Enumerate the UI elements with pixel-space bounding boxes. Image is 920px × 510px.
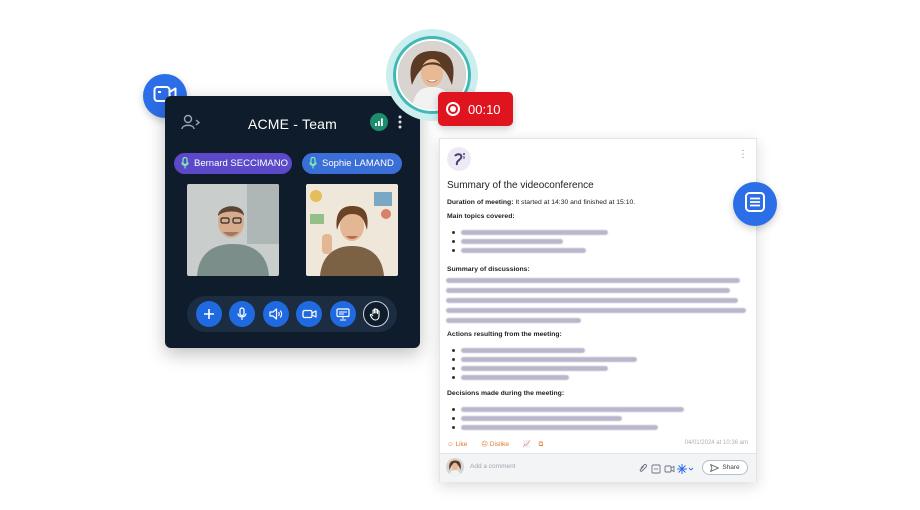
like-label: Like xyxy=(455,441,468,448)
discussions-heading: Summary of discussions: xyxy=(447,266,530,273)
redacted-text xyxy=(461,248,586,253)
decisions-heading: Decisions made during the meeting: xyxy=(447,390,565,397)
add-icon xyxy=(204,309,214,319)
recording-timer: 00:10 xyxy=(468,101,501,117)
redacted-text xyxy=(461,425,658,430)
bullet xyxy=(452,417,455,420)
redacted-text xyxy=(461,239,563,244)
screen-share-icon xyxy=(336,307,350,320)
bullet xyxy=(452,231,455,234)
comment-tools xyxy=(638,462,698,474)
reaction-bar: ☺ Like ☹ Dislike 📈 ⧉ xyxy=(447,440,549,449)
bullet xyxy=(452,408,455,411)
microphone-icon xyxy=(309,157,317,169)
microphone-icon xyxy=(237,307,247,320)
bullet xyxy=(452,367,455,370)
redacted-text xyxy=(446,318,581,323)
summary-card: ⋮ Summary of the videoconference Duratio… xyxy=(439,138,757,482)
share-label: Share xyxy=(722,464,740,471)
video-icon[interactable] xyxy=(664,465,675,473)
ai-sparkle-icon[interactable] xyxy=(677,464,694,474)
bullet xyxy=(452,358,455,361)
bullet xyxy=(452,249,455,252)
record-icon xyxy=(446,102,460,116)
duration-value: It started at 14:30 and finished at 15:1… xyxy=(513,199,636,206)
microphone-button[interactable] xyxy=(229,301,255,327)
main-topics-heading: Main topics covered: xyxy=(447,213,515,220)
video-tile-bernard[interactable] xyxy=(187,184,279,276)
summary-title: Summary of the videoconference xyxy=(447,180,594,191)
camera-button[interactable] xyxy=(296,301,322,327)
gif-icon[interactable] xyxy=(651,464,661,474)
raise-hand-icon xyxy=(369,308,380,321)
redacted-text xyxy=(446,308,746,313)
share-button[interactable]: Share xyxy=(702,460,748,475)
redacted-text xyxy=(461,416,622,421)
app-logo-icon xyxy=(447,147,471,171)
redacted-text xyxy=(446,288,730,293)
redacted-text xyxy=(446,278,740,283)
redacted-text xyxy=(461,407,684,412)
screen-share-button[interactable] xyxy=(330,301,356,327)
more-options-icon[interactable] xyxy=(396,113,404,131)
dislike-button[interactable]: ☹ Dislike xyxy=(481,441,515,448)
microphone-icon xyxy=(181,157,189,169)
bullet xyxy=(452,376,455,379)
redacted-text xyxy=(461,375,569,380)
actions-heading: Actions resulting from the meeting: xyxy=(447,331,562,338)
attachment-icon[interactable] xyxy=(639,464,647,472)
recording-badge[interactable]: 00:10 xyxy=(438,92,513,126)
document-button[interactable] xyxy=(733,182,777,226)
speaker-icon xyxy=(269,308,283,320)
bullet xyxy=(452,426,455,429)
raise-hand-button[interactable] xyxy=(363,301,389,327)
more-options-icon[interactable]: ⋮ xyxy=(738,149,748,160)
dislike-label: Dislike xyxy=(489,441,509,448)
redacted-text xyxy=(461,230,608,235)
copy-icon[interactable]: ⧉ xyxy=(539,441,544,448)
bullet xyxy=(452,349,455,352)
speaker-button[interactable] xyxy=(263,301,289,327)
comment-bar: Add a comment Share xyxy=(440,453,756,482)
redacted-text xyxy=(461,366,608,371)
redacted-text xyxy=(446,298,738,303)
redacted-text xyxy=(461,348,585,353)
meeting-duration: Duration of meeting: It started at 14:30… xyxy=(447,199,635,206)
add-button[interactable] xyxy=(196,301,222,327)
call-controls-bar xyxy=(187,296,397,332)
video-call-panel: ACME - Team Bernard SECCIMANO Sophie LAM… xyxy=(165,96,420,348)
participant-name: Bernard SECCIMANO xyxy=(194,158,288,169)
participant-name: Sophie LAMAND xyxy=(322,158,394,169)
camera-icon xyxy=(301,309,317,319)
signal-strength-icon xyxy=(370,113,388,131)
redacted-text xyxy=(461,357,637,362)
comment-input[interactable]: Add a comment xyxy=(470,459,650,475)
avatar xyxy=(446,458,464,476)
send-icon xyxy=(710,463,720,472)
bullet xyxy=(452,240,455,243)
like-button[interactable]: ☺ Like xyxy=(447,441,473,448)
video-tile-sophie[interactable] xyxy=(306,184,398,276)
participant-chip-sophie[interactable]: Sophie LAMAND xyxy=(302,153,402,174)
post-date: 04/01/2024 at 10:36 am xyxy=(684,440,748,446)
document-icon xyxy=(744,191,766,218)
participant-chip-bernard[interactable]: Bernard SECCIMANO xyxy=(174,153,292,174)
stats-icon[interactable]: 📈 xyxy=(523,441,531,448)
duration-label: Duration of meeting: xyxy=(447,199,514,206)
